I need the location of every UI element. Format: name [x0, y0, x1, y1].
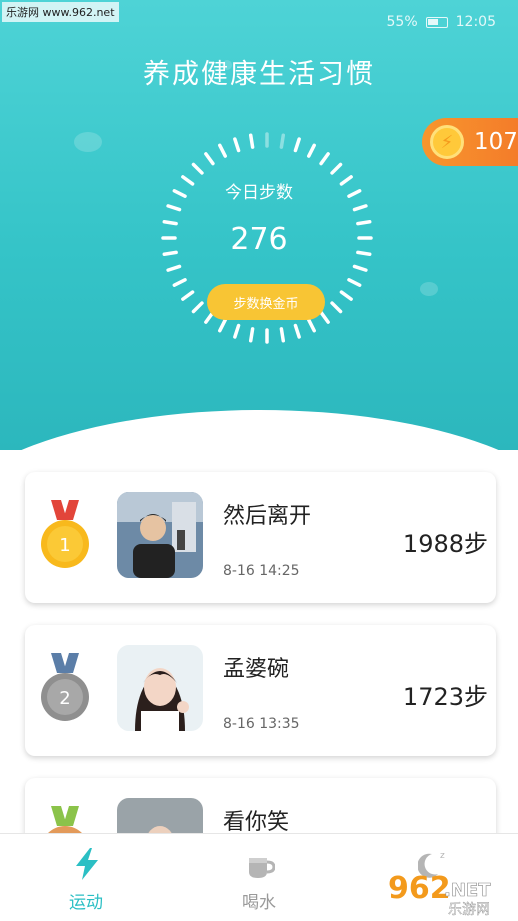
logo-suffix: .NET [444, 880, 491, 901]
avatar [117, 645, 203, 731]
site-watermark: 乐游网 www.962.net [2, 2, 119, 22]
decor-bubble [420, 282, 438, 296]
today-steps-label: 今日步数 [225, 183, 293, 203]
hero-curve [0, 410, 518, 450]
dial-tick [166, 204, 182, 212]
svg-text:2: 2 [59, 688, 70, 709]
svg-text:z: z [440, 851, 445, 861]
dial-tick [352, 204, 368, 212]
dial-tick [191, 301, 204, 314]
user-steps: 1723步 [402, 683, 488, 711]
dial-tick [233, 323, 241, 339]
coin-balance-badge[interactable]: ⚡ 107 [422, 118, 518, 166]
dial-tick [319, 152, 330, 166]
battery-icon [425, 16, 448, 28]
dial-tick [172, 278, 187, 287]
dial-tick [293, 137, 301, 153]
record-time: 8-16 14:25 [223, 563, 300, 579]
dial-tick [307, 318, 316, 333]
user-name: 孟婆碗 [223, 657, 290, 682]
user-steps: 1988步 [402, 530, 488, 558]
decor-bubble [74, 132, 102, 152]
dial-tick [166, 264, 182, 272]
dial-tick [218, 318, 227, 333]
site-logo-watermark: 962 .NET 乐游网 [388, 871, 491, 916]
status-bar: 55% 12:05 [387, 14, 496, 30]
dial-tick [248, 133, 255, 149]
avatar [117, 492, 203, 578]
dial-tick [293, 323, 301, 339]
gold-medal-icon: 1 [41, 500, 89, 568]
dial-tick [218, 143, 227, 158]
silver-medal-icon: 2 [41, 653, 89, 721]
logo-brand: 962 [388, 871, 451, 906]
logo-sub: 乐游网 [448, 902, 490, 916]
dial-tick [352, 264, 368, 272]
coin-count: 107 [474, 129, 518, 155]
dial-tick [191, 162, 204, 175]
today-steps-value: 276 [230, 222, 288, 257]
dial-tick [319, 310, 330, 324]
user-name: 然后离开 [223, 504, 312, 529]
battery-percent: 55% [386, 14, 418, 30]
dial-tick [347, 278, 362, 287]
dial-tick [233, 137, 241, 153]
exchange-steps-button[interactable]: 步数换金币 [207, 284, 325, 320]
dial-tick [248, 327, 255, 343]
dial-tick [330, 162, 343, 175]
record-time: 8-16 13:35 [223, 716, 300, 732]
tab-exercise[interactable]: 运动 [0, 834, 172, 921]
lightning-icon [76, 848, 98, 880]
clock: 12:05 [455, 14, 496, 30]
tab-drink-water[interactable]: 喝水 [173, 834, 345, 921]
dial-tick [307, 143, 316, 158]
dial-tick [279, 133, 286, 149]
dial-tick [181, 290, 195, 301]
tab-label: 运动 [69, 893, 103, 913]
dial-tick [204, 152, 215, 166]
tab-label: 喝水 [242, 893, 276, 913]
cup-icon [249, 858, 275, 878]
dial-tick [279, 327, 286, 343]
ranking-card-2[interactable]: 2 孟婆碗 8-16 13:35 1723步 [25, 625, 496, 756]
page-title: 养成健康生活习惯 [143, 59, 375, 90]
dial-tick [339, 290, 353, 301]
dial-tick [330, 301, 343, 314]
coin-icon: ⚡ [430, 125, 464, 159]
ranking-card-1[interactable]: 1 然后离开 8-16 14:25 1988步 [25, 472, 496, 603]
svg-text:1: 1 [59, 535, 70, 556]
user-name: 看你笑 [223, 810, 290, 835]
